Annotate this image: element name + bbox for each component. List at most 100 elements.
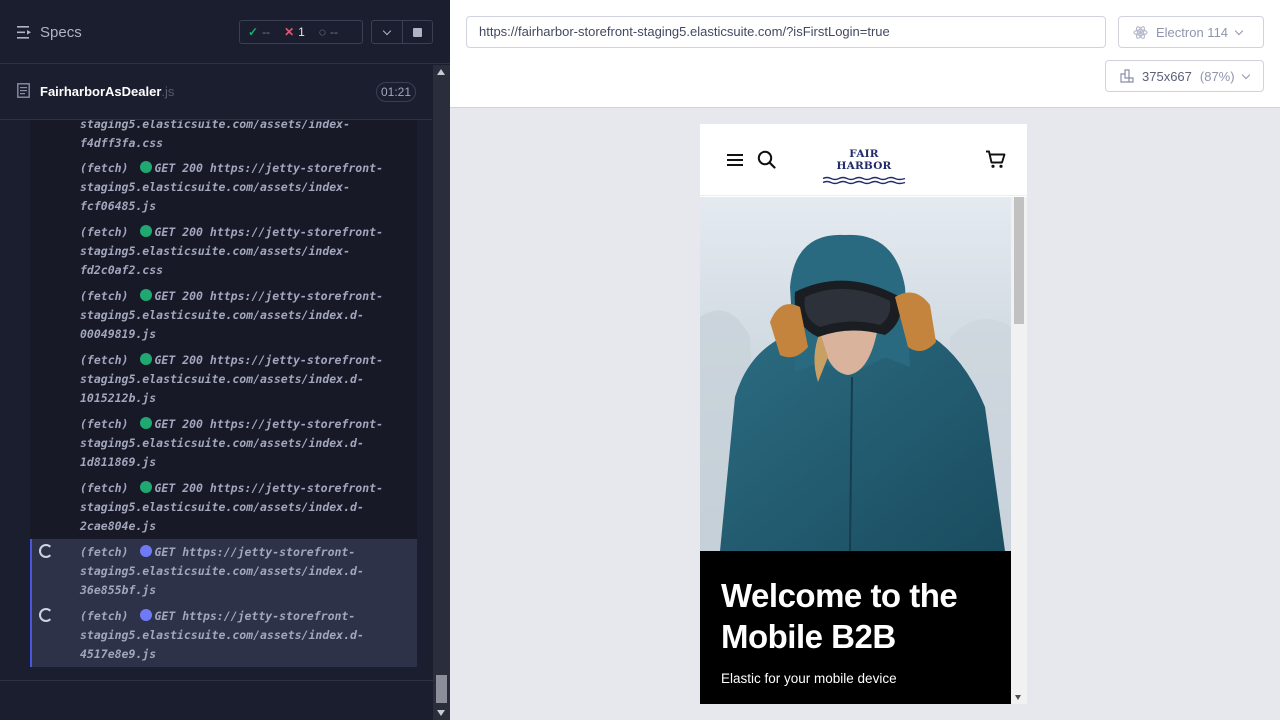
command-url-line: https://jetty-storefront- (209, 417, 383, 431)
http-method: GET (154, 161, 176, 175)
command-url-line: 00049819.js (80, 327, 157, 341)
command-entry[interactable]: (fetch) GET 200 https://jetty-storefront-… (80, 351, 410, 408)
command-entry[interactable]: (fetch) GET 200 https://jetty-storefront-… (80, 223, 410, 280)
http-status: 200 (182, 353, 203, 367)
command-prefix: (fetch) (80, 161, 129, 175)
browser-label: Electron 114 (1156, 24, 1229, 40)
stop-icon (412, 27, 422, 37)
runner-panel: Specs ✓ -- ✕ 1 ◌ -- FairharborAsDealer.j… (0, 0, 450, 720)
status-dot-icon (140, 225, 153, 237)
pending-count: -- (329, 25, 338, 39)
command-entry[interactable]: (fetch) GET 200 https://jetty-storefront-… (80, 159, 410, 216)
command-prefix: (fetch) (80, 481, 129, 495)
command-url-line: staging5.elasticsuite.com/assets/index- (80, 180, 351, 194)
http-method: GET (154, 609, 176, 623)
command-entry[interactable]: (fetch) GET https://jetty-storefront-stag… (80, 607, 410, 664)
command-url-line: staging5.elasticsuite.com/assets/index.d… (80, 500, 364, 514)
preview-scrollbar[interactable] (1011, 197, 1027, 704)
command-url-line: 2cae804e.js (80, 519, 157, 533)
command-url-line: 36e855bf.js (80, 583, 157, 597)
http-status: 200 (182, 481, 203, 495)
loading-spinner-icon (39, 544, 53, 558)
http-method: GET (154, 225, 176, 239)
document-icon (17, 83, 30, 98)
chevron-down-icon (1241, 70, 1250, 79)
command-url-line: https://jetty-storefront- (209, 161, 383, 175)
command-url-line: https://jetty-storefront- (182, 609, 356, 623)
http-method: GET (154, 481, 176, 495)
cart-icon[interactable] (985, 150, 1006, 169)
search-icon[interactable] (757, 150, 776, 169)
viewport-selector[interactable]: 375x667 (87%) (1105, 60, 1264, 92)
specs-toggle[interactable]: Specs (17, 24, 82, 41)
command-url-line: 1015212b.js (80, 391, 157, 405)
hero-subtitle: Elastic for your mobile device (721, 671, 897, 686)
site-logo[interactable]: FAIR HARBOR (822, 148, 906, 190)
scroll-thumb[interactable] (436, 675, 447, 703)
site-header: FAIR HARBOR (700, 124, 1027, 196)
browser-selector[interactable]: Electron 114 (1118, 16, 1264, 48)
hero-photo (700, 197, 1011, 551)
chevron-down-icon (1234, 26, 1244, 35)
command-url-line: staging5.elasticsuite.com/assets/index.d… (80, 372, 364, 386)
runner-divider (0, 680, 433, 681)
http-status: 200 (182, 225, 203, 239)
ruler-icon (1120, 69, 1134, 83)
command-url-line: https://jetty-storefront- (209, 225, 383, 239)
command-url-line: f4dff3fa.css (80, 136, 164, 150)
command-prefix: (fetch) (80, 545, 129, 559)
scroll-up-icon[interactable] (437, 69, 445, 75)
hamburger-menu-icon[interactable] (727, 154, 743, 169)
command-entry[interactable]: staging5.elasticsuite.com/assets/index-f… (80, 120, 410, 153)
aut-header: https://fairharbor-storefront-staging5.e… (450, 0, 1280, 108)
http-method: GET (154, 545, 176, 559)
stop-button[interactable] (401, 21, 432, 43)
electron-icon (1133, 25, 1148, 39)
aut-panel: https://fairharbor-storefront-staging5.e… (450, 0, 1280, 720)
specs-list-icon (17, 26, 31, 39)
command-url-line: 4517e8e9.js (80, 647, 157, 661)
command-prefix: (fetch) (80, 417, 129, 431)
spec-file-name[interactable]: FairharborAsDealer.js (40, 84, 174, 99)
spec-duration: 01:21 (376, 82, 416, 102)
run-controls (371, 20, 433, 44)
command-entry[interactable]: (fetch) GET https://jetty-storefront-stag… (80, 543, 410, 600)
command-entry[interactable]: (fetch) GET 200 https://jetty-storefront-… (80, 415, 410, 472)
command-url-line: https://jetty-storefront- (209, 481, 383, 495)
command-url-line: staging5.elasticsuite.com/assets/index.d… (80, 436, 364, 450)
logo-waves (822, 176, 906, 185)
command-url-line: https://jetty-storefront- (182, 545, 356, 559)
scroll-down-icon[interactable] (437, 710, 445, 716)
command-prefix: (fetch) (80, 225, 129, 239)
command-entry[interactable]: (fetch) GET 200 https://jetty-storefront-… (80, 287, 410, 344)
command-url-line: staging5.elasticsuite.com/assets/index.d… (80, 308, 364, 322)
spec-ext-text: .js (161, 84, 175, 99)
runner-topbar: Specs ✓ -- ✕ 1 ◌ -- (0, 0, 450, 64)
command-url-line: staging5.elasticsuite.com/assets/index- (80, 120, 351, 131)
test-stats: ✓ -- ✕ 1 ◌ -- (239, 20, 363, 44)
welcome-banner: Welcome to the Mobile B2B Elastic for yo… (700, 551, 1011, 704)
scroll-down-icon[interactable] (1015, 695, 1021, 700)
hero-title: Welcome to the Mobile B2B (721, 577, 958, 655)
http-status: 200 (182, 417, 203, 431)
command-url-line: 1d811869.js (80, 455, 157, 469)
status-dot-icon (140, 353, 153, 365)
spec-name-text: FairharborAsDealer (40, 84, 162, 99)
preview-scroll-thumb[interactable] (1014, 197, 1024, 324)
status-dot-icon (140, 481, 153, 493)
chevron-down-icon (382, 26, 392, 35)
pass-check-icon: ✓ (248, 25, 259, 39)
specs-label: Specs (40, 24, 82, 41)
logo-text: FAIR HARBOR (836, 148, 892, 172)
command-url-line: https://jetty-storefront- (209, 289, 383, 303)
http-method: GET (154, 289, 176, 303)
url-bar[interactable]: https://fairharbor-storefront-staging5.e… (466, 16, 1106, 48)
runner-scrollbar[interactable] (433, 65, 450, 720)
command-log: staging5.elasticsuite.com/assets/index-f… (30, 120, 417, 667)
command-entry[interactable]: (fetch) GET 200 https://jetty-storefront-… (80, 479, 410, 536)
status-dot-icon (140, 417, 153, 429)
dropdown-button[interactable] (372, 21, 402, 43)
status-dot-icon (140, 545, 153, 557)
failed-count: 1 (298, 25, 305, 39)
command-url-line: fcf06485.js (80, 199, 157, 213)
